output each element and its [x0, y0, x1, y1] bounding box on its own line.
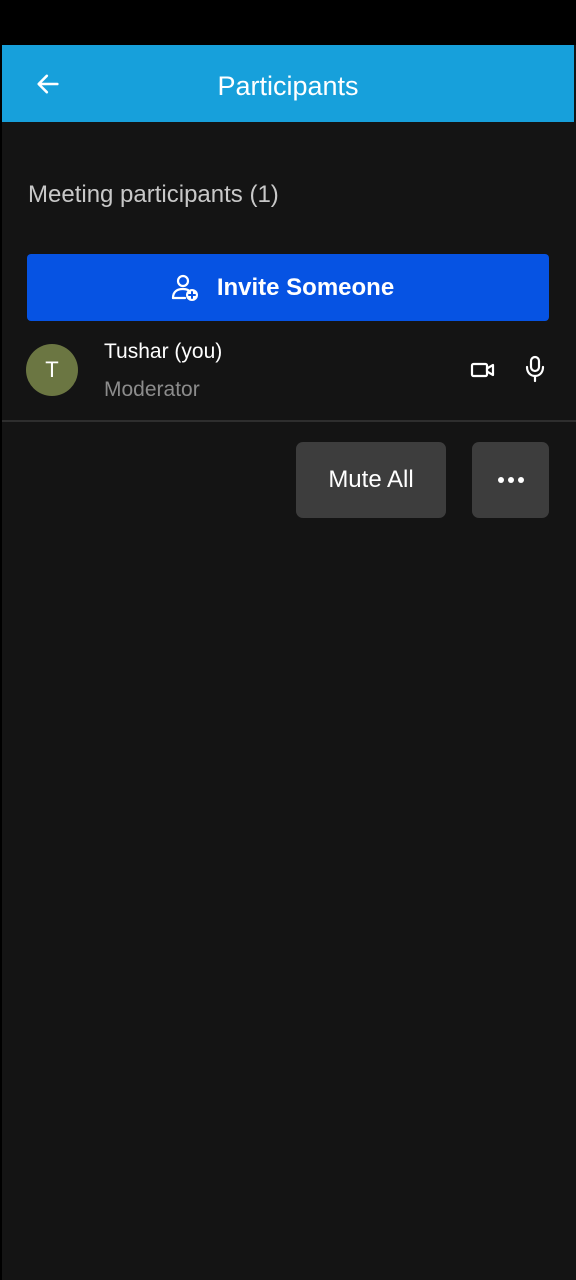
divider [2, 420, 576, 422]
status-bar [0, 0, 576, 45]
participant-role: Moderator [104, 378, 200, 401]
mute-all-button[interactable]: Mute All [296, 442, 446, 518]
add-person-icon [170, 273, 200, 303]
more-options-button[interactable] [472, 442, 549, 518]
participants-pane: Participants Meeting participants (1) In… [2, 45, 576, 1280]
app-bar: Participants [2, 45, 574, 122]
arrow-left-icon [37, 74, 59, 94]
participants-count-heading: Meeting participants (1) [28, 181, 279, 208]
avatar: T [26, 344, 78, 396]
screen: Participants Meeting participants (1) In… [0, 0, 576, 1280]
more-horizontal-icon [497, 477, 524, 483]
back-button[interactable] [28, 64, 68, 104]
participant-row[interactable]: T Tushar (you) Moderator [2, 332, 576, 420]
invite-someone-button[interactable]: Invite Someone [27, 254, 549, 321]
invite-someone-label: Invite Someone [216, 273, 395, 301]
microphone-icon [520, 354, 550, 384]
participant-name: Tushar (you) [104, 340, 223, 363]
page-title: Participants [217, 71, 359, 101]
camera-icon [468, 356, 498, 384]
